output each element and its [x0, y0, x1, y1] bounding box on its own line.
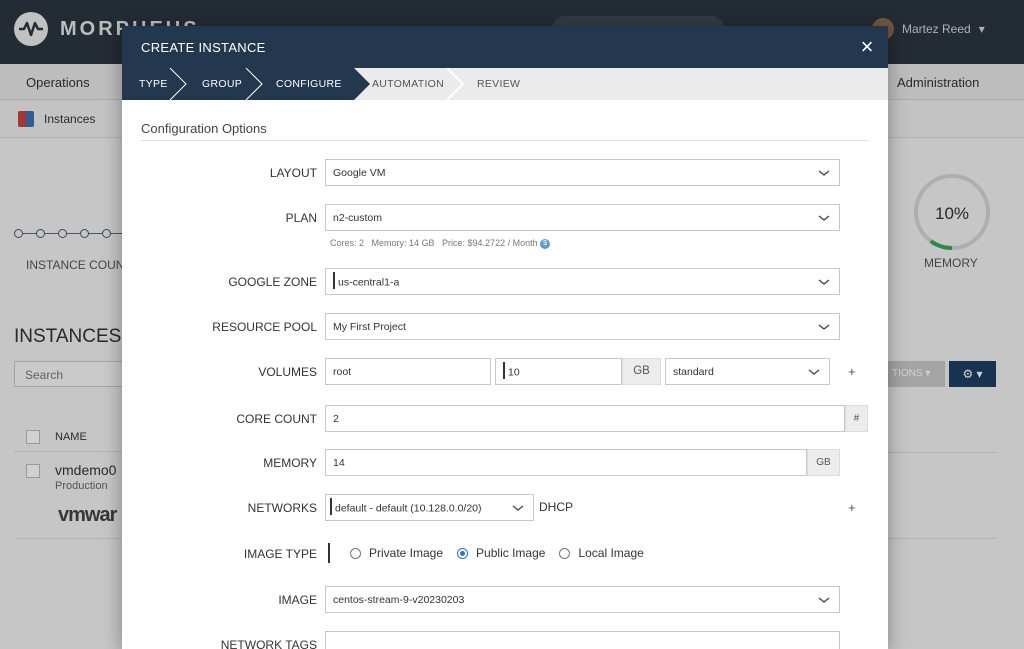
add-volume-button[interactable]: + [848, 364, 856, 379]
dhcp-label: DHCP [539, 500, 574, 514]
chevron-down-icon [808, 369, 820, 375]
resource-pool-value: My First Project [333, 321, 406, 333]
volume-name-input[interactable]: root [325, 358, 491, 385]
chevron-down-icon [818, 597, 830, 603]
radio-public-image[interactable]: Public Image [457, 546, 545, 560]
radio-private-image[interactable]: Private Image [350, 546, 443, 560]
chevron-down-icon [818, 170, 830, 176]
modal-title: CREATE INSTANCE [141, 40, 266, 55]
radio-label: Public Image [476, 546, 546, 560]
chevron-down-icon [818, 215, 830, 221]
text-cursor [328, 543, 330, 563]
radio-label: Local Image [578, 546, 644, 560]
modal-header: CREATE INSTANCE × [122, 26, 888, 68]
step-group[interactable]: GROUP [202, 78, 242, 90]
radio-button-selected[interactable] [457, 547, 469, 559]
plan-hint-text: Cores: 2 Memory: 14 GB Price: $94.2722 /… [330, 238, 538, 248]
step-type[interactable]: TYPE [139, 78, 168, 90]
volumes-label: VOLUMES [258, 365, 317, 379]
google-zone-label: GOOGLE ZONE [228, 275, 317, 289]
step-configure[interactable]: CONFIGURE [276, 78, 342, 90]
radio-local-image[interactable]: Local Image [559, 546, 644, 560]
network-tags-input[interactable] [325, 631, 840, 649]
close-icon[interactable]: × [856, 36, 878, 58]
step-review[interactable]: REVIEW [477, 78, 520, 90]
plan-select[interactable]: n2-custom [325, 204, 840, 231]
network-select[interactable]: default - default (10.128.0.0/20) [325, 494, 534, 521]
volume-size-value: 10 [508, 366, 520, 379]
core-count-label: CORE COUNT [236, 412, 317, 426]
chevron-down-icon [512, 505, 524, 511]
step-automation[interactable]: AUTOMATION [372, 78, 444, 90]
volume-size-input[interactable]: 10 [495, 358, 622, 385]
network-value: default - default (10.128.0.0/20) [335, 502, 482, 515]
radio-button[interactable] [559, 547, 571, 559]
image-type-radio-group: Private Image Public Image Local Image [350, 546, 644, 560]
plan-value: n2-custom [333, 212, 383, 224]
chevron-down-icon [818, 279, 830, 285]
add-network-button[interactable]: + [848, 500, 856, 515]
radio-label: Private Image [369, 546, 444, 560]
text-cursor [503, 362, 505, 379]
google-zone-value: us-central1-a [338, 276, 400, 289]
chevron-down-icon [818, 324, 830, 330]
resource-pool-select[interactable]: My First Project [325, 313, 840, 340]
wizard-steps: TYPE GROUP CONFIGURE AUTOMATION REVIEW [122, 68, 888, 100]
memory-unit-addon: GB [807, 449, 840, 476]
volume-type-select[interactable]: standard [665, 358, 830, 385]
plan-label: PLAN [285, 211, 317, 225]
core-count-addon: # [845, 405, 868, 432]
volume-type-value: standard [673, 366, 714, 378]
price-info-icon[interactable]: $ [540, 238, 551, 249]
plan-hint: Cores: 2 Memory: 14 GB Price: $94.2722 /… [330, 238, 551, 249]
image-select[interactable]: centos-stream-9-v20230203 [325, 586, 840, 613]
memory-input[interactable]: 14 [325, 449, 807, 476]
image-value: centos-stream-9-v20230203 [333, 594, 465, 606]
image-type-label: IMAGE TYPE [243, 547, 317, 561]
layout-select[interactable]: Google VM [325, 159, 840, 186]
google-zone-select[interactable]: us-central1-a [325, 268, 840, 295]
layout-value: Google VM [333, 167, 386, 179]
volume-unit-addon: GB [622, 358, 661, 385]
create-instance-modal: CREATE INSTANCE × TYPE GROUP CONFIGURE A… [122, 26, 888, 649]
radio-button[interactable] [350, 547, 361, 559]
image-label: IMAGE [278, 593, 317, 607]
text-cursor [330, 498, 332, 515]
section-title: Configuration Options [141, 121, 267, 136]
resource-pool-label: RESOURCE POOL [212, 320, 317, 334]
layout-label: LAYOUT [269, 166, 317, 180]
network-tags-label: NETWORK TAGS [220, 638, 317, 649]
section-divider [141, 140, 868, 141]
memory-label: MEMORY [263, 456, 317, 470]
text-cursor [333, 272, 335, 289]
core-count-input[interactable]: 2 [325, 405, 845, 432]
networks-label: NETWORKS [247, 501, 317, 515]
